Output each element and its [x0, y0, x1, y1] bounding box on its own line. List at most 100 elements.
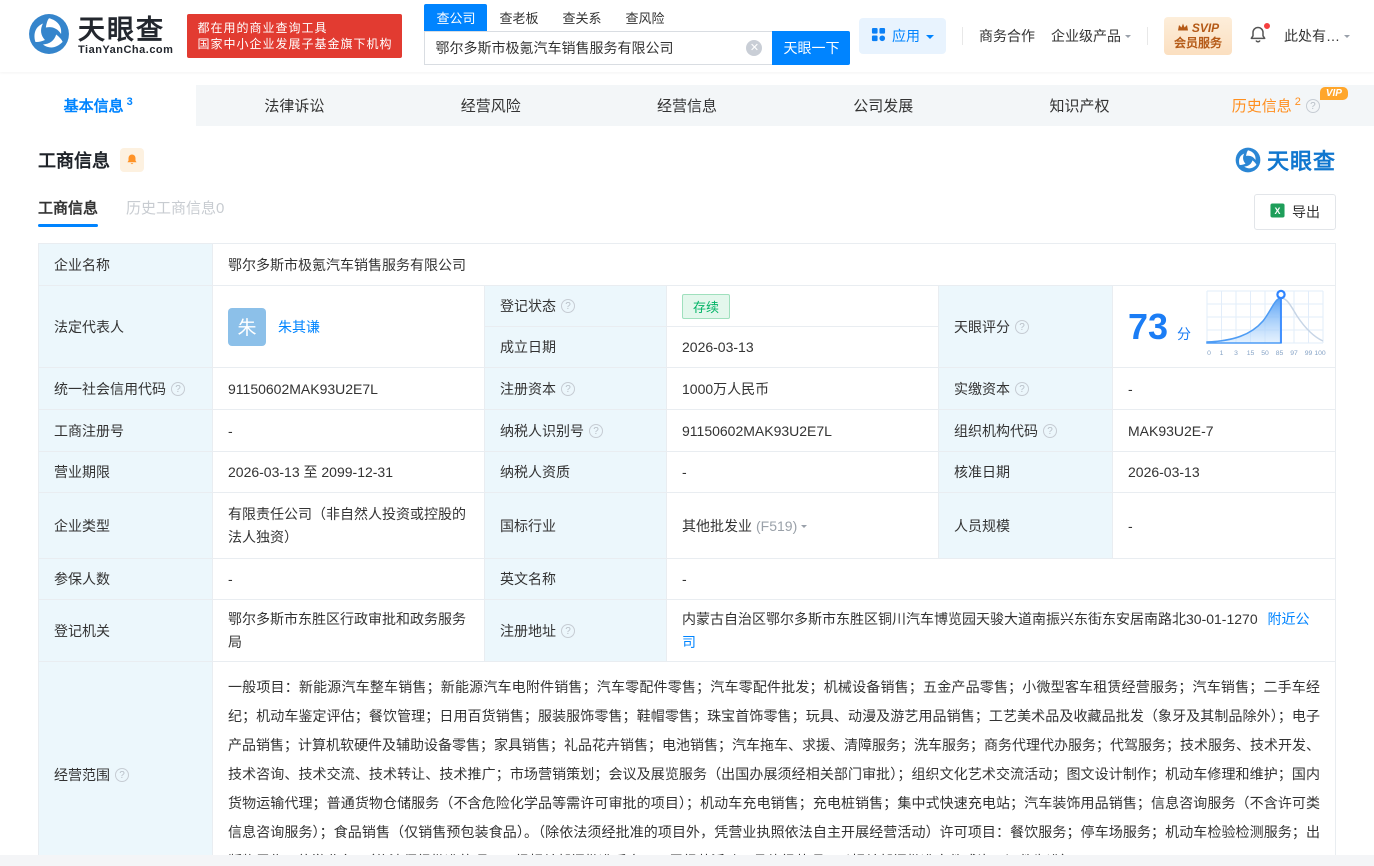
- industry-code: (F519): [756, 517, 798, 534]
- field-label-legal-rep: 法定代表人: [39, 286, 213, 368]
- field-value-legal-rep: 朱 朱其谦: [213, 286, 485, 368]
- field-value-business-scope: 一般项目：新能源汽车整车销售；新能源汽车电附件销售；汽车零配件零售；汽车零配件批…: [228, 679, 1320, 866]
- field-label-staff-size: 人员规模: [939, 493, 1113, 559]
- field-label-approval-date: 核准日期: [939, 452, 1113, 493]
- tab-label: 法律诉讼: [264, 98, 325, 115]
- account-menu[interactable]: 此处有…: [1284, 26, 1350, 46]
- export-button[interactable]: X 导出: [1254, 194, 1336, 230]
- business-coop-link[interactable]: 商务合作: [979, 26, 1035, 46]
- help-icon[interactable]: [561, 299, 575, 313]
- field-value-taxpayer-quality: -: [667, 452, 939, 493]
- tab-operating-info[interactable]: 经营信息: [589, 85, 785, 126]
- help-icon[interactable]: [1305, 98, 1320, 113]
- field-label-paid-capital: 实缴资本: [939, 368, 1113, 410]
- help-icon[interactable]: [1043, 423, 1057, 438]
- avatar[interactable]: 朱: [228, 307, 266, 346]
- footer-strip: [0, 855, 1374, 866]
- field-value-taxpayer-id: 91150602MAK93U2E7L: [667, 410, 939, 452]
- account-label: 此处有…: [1284, 28, 1340, 44]
- search-area: 查公司 查老板 查关系 查风险 ✕ 天眼一下: [424, 4, 851, 65]
- tab-basic-info[interactable]: 基本信息 3: [0, 85, 197, 126]
- search-tab-boss[interactable]: 查老板: [487, 4, 550, 31]
- business-coop-label: 商务合作: [978, 28, 1035, 44]
- field-label-credit-code: 统一社会信用代码: [39, 368, 213, 410]
- chevron-down-icon: [1124, 35, 1131, 41]
- svg-text:0: 0: [1207, 350, 1211, 357]
- field-label-business-scope: 经营范围: [39, 662, 213, 866]
- crown-icon: [1177, 21, 1189, 36]
- field-label-taxpayer-id: 纳税人识别号: [485, 410, 667, 452]
- chevron-down-icon: [925, 34, 934, 43]
- svip-title: SVIP: [1191, 21, 1220, 35]
- field-value-industry: 其他批发业 (F519): [667, 493, 939, 559]
- svip-badge[interactable]: SVIP 会员服务: [1163, 17, 1232, 55]
- field-label-english-name: 英文名称: [485, 559, 667, 600]
- help-icon[interactable]: [561, 623, 575, 638]
- tab-label: 历史信息: [1231, 98, 1292, 115]
- help-icon[interactable]: [1015, 319, 1029, 334]
- field-value-approval-date: 2026-03-13: [1113, 452, 1335, 493]
- svg-text:99: 99: [1305, 350, 1313, 357]
- header: 天眼查 TianYanCha.com 都在用的商业查询工具 国家中小企业发展子基…: [0, 0, 1374, 72]
- field-label-reg-authority: 登记机关: [39, 600, 213, 662]
- field-value-reg-status: 存续: [667, 286, 939, 327]
- svg-text:X: X: [1275, 206, 1281, 216]
- search-tab-company[interactable]: 查公司: [424, 4, 488, 31]
- help-icon[interactable]: [589, 423, 603, 438]
- search-input[interactable]: [424, 31, 773, 65]
- field-label-taxpayer-quality: 纳税人资质: [485, 452, 667, 493]
- help-icon[interactable]: [171, 381, 185, 396]
- subtab-history-business-info[interactable]: 历史工商信息0: [126, 197, 224, 227]
- field-value-company-type: 有限责任公司（非自然人投资或控股的法人独资）: [213, 493, 485, 559]
- field-label-reg-status: 登记状态: [485, 286, 667, 327]
- tab-legal[interactable]: 法律诉讼: [196, 85, 392, 126]
- divider: [961, 27, 963, 45]
- watermark-logo: 天眼查: [1235, 144, 1336, 176]
- tab-label: 经营风险: [460, 98, 521, 115]
- score-distribution-chart: 0 1 3 15 50 85 97 99 100: [1205, 289, 1327, 364]
- field-label-business-term: 营业期限: [39, 452, 213, 493]
- enterprise-products-label: 企业级产品: [1050, 28, 1121, 44]
- field-label-established: 成立日期: [485, 327, 667, 368]
- company-tabs: 基本信息 3 法律诉讼 经营风险 经营信息 公司发展 知识产权 VIP 历史信息…: [0, 85, 1374, 126]
- search-tabs: 查公司 查老板 查关系 查风险: [424, 4, 850, 31]
- divider: [1146, 27, 1148, 45]
- field-value-reg-number: -: [213, 410, 485, 452]
- tab-label: 基本信息: [63, 98, 124, 115]
- field-value-org-code: MAK93U2E-7: [1113, 410, 1335, 452]
- tab-history-info[interactable]: VIP 历史信息 2: [1178, 85, 1374, 126]
- section-title: 工商信息: [38, 151, 110, 171]
- field-value-score[interactable]: 73 分 0 1 3 15 50 85 97 99 100: [1113, 286, 1335, 368]
- score-unit: 分: [1177, 325, 1192, 342]
- search-tab-risk[interactable]: 查风险: [614, 4, 677, 31]
- subscribe-bell-icon[interactable]: [120, 148, 144, 172]
- export-label: 导出: [1292, 204, 1320, 220]
- excel-icon: X: [1270, 203, 1285, 221]
- svg-text:3: 3: [1234, 350, 1238, 357]
- tab-operating-risk[interactable]: 经营风险: [393, 85, 589, 126]
- grid-icon: [871, 27, 886, 45]
- search-button[interactable]: 天眼一下: [772, 31, 851, 65]
- help-icon[interactable]: [115, 767, 129, 782]
- chevron-down-icon[interactable]: [801, 524, 808, 531]
- svg-text:1: 1: [1220, 350, 1224, 357]
- enterprise-products-link[interactable]: 企业级产品: [1051, 26, 1131, 46]
- brand-domain: TianYanCha.com: [78, 44, 174, 57]
- brand-logo[interactable]: 天眼查 TianYanCha.com: [28, 13, 173, 60]
- apps-menu[interactable]: 应用: [858, 18, 946, 54]
- field-label-insured-count: 参保人数: [39, 559, 213, 600]
- legal-rep-link[interactable]: 朱其谦: [278, 317, 320, 337]
- field-value-reg-authority: 鄂尔多斯市东胜区行政审批和政务服务局: [213, 600, 485, 662]
- search-tab-relation[interactable]: 查关系: [550, 4, 613, 31]
- subtab-business-info[interactable]: 工商信息: [38, 197, 99, 227]
- field-value-business-term: 2026-03-13 至 2099-12-31: [213, 452, 485, 493]
- field-label-company-type: 企业类型: [39, 493, 213, 559]
- tab-company-development[interactable]: 公司发展: [785, 85, 981, 126]
- notification-bell-icon[interactable]: [1248, 21, 1271, 48]
- business-info-table: 企业名称 鄂尔多斯市极氪汽车销售服务有限公司 法定代表人 朱 朱其谦 登记状态 …: [38, 243, 1336, 866]
- field-label-org-code: 组织机构代码: [939, 410, 1113, 452]
- help-icon[interactable]: [1015, 381, 1029, 396]
- business-info-card: 工商信息 天眼查 工商信息 历史工商信息0 X 导出 企业名称 鄂尔多斯市极氪汽…: [0, 144, 1374, 866]
- tab-intellectual-property[interactable]: 知识产权: [981, 85, 1177, 126]
- help-icon[interactable]: [561, 381, 575, 396]
